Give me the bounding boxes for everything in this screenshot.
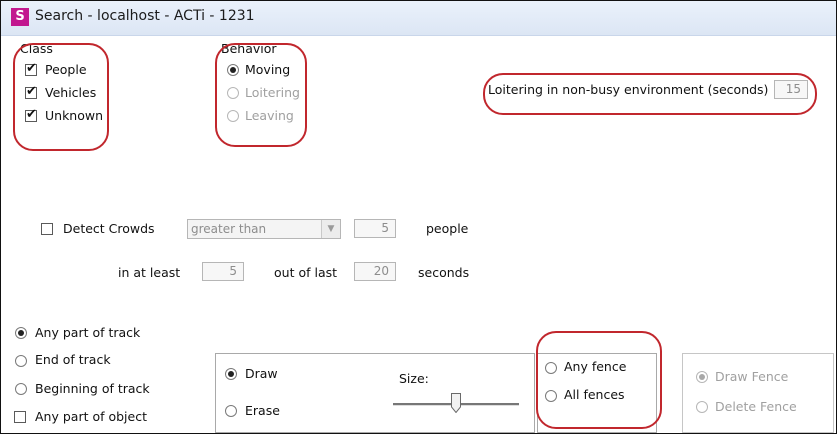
detect-crowds-label: Detect Crowds	[63, 221, 155, 236]
end-of-track-radio[interactable]	[15, 355, 27, 367]
delete-fence-radio[interactable]	[696, 401, 708, 413]
at-least-input[interactable]: 5	[202, 262, 244, 281]
people-checkbox[interactable]: ✔	[25, 61, 37, 76]
any-fence-label: Any fence	[564, 359, 627, 374]
crowd-comparison-value: greater than	[191, 222, 267, 236]
people-label: People	[45, 62, 87, 77]
unknown-label: Unknown	[45, 108, 104, 123]
any-part-of-track-label: Any part of track	[35, 325, 141, 340]
unknown-checkbox[interactable]: ✔	[25, 107, 37, 122]
fence-tools-panel	[682, 353, 834, 433]
draw-radio[interactable]	[225, 368, 237, 380]
crowd-comparison-select[interactable]: greater than ▼	[187, 219, 341, 239]
all-fences-radio[interactable]	[545, 390, 557, 402]
loitering-seconds-input[interactable]: 15	[774, 80, 808, 99]
draw-label: Draw	[245, 366, 278, 381]
any-part-of-object-checkbox[interactable]	[14, 411, 26, 423]
window-title: Search - localhost - ACTi - 1231	[35, 8, 255, 24]
beginning-of-track-radio[interactable]	[15, 383, 27, 395]
crowd-count-input[interactable]: 5	[354, 219, 396, 238]
erase-radio[interactable]	[225, 405, 237, 417]
beginning-of-track-label: Beginning of track	[35, 381, 150, 396]
search-window: S Search - localhost - ACTi - 1231 Class…	[0, 0, 837, 434]
end-of-track-label: End of track	[35, 352, 111, 367]
class-group-label: Class	[20, 41, 53, 56]
erase-label: Erase	[245, 403, 280, 418]
title-bar: S Search - localhost - ACTi - 1231	[1, 1, 836, 36]
size-slider-thumb[interactable]	[451, 393, 461, 413]
check-icon: ✔	[26, 61, 37, 76]
leaving-label: Leaving	[245, 108, 294, 123]
in-at-least-label: in at least	[118, 265, 181, 280]
out-of-last-label: out of last	[274, 265, 338, 280]
crowd-count-unit: people	[426, 221, 469, 236]
loitering-label: Loitering	[245, 85, 300, 100]
loitering-seconds-label: Loitering in non-busy environment (secon…	[488, 82, 769, 97]
draw-panel	[215, 353, 535, 433]
check-icon: ✔	[26, 107, 37, 122]
leaving-radio[interactable]	[227, 110, 239, 122]
moving-radio[interactable]	[227, 64, 239, 76]
app-logo-icon: S	[11, 8, 29, 26]
draw-fence-radio[interactable]	[696, 371, 708, 383]
vehicles-checkbox[interactable]: ✔	[25, 84, 37, 99]
all-fences-label: All fences	[564, 387, 625, 402]
delete-fence-label: Delete Fence	[715, 399, 797, 414]
any-part-of-object-label: Any part of object	[35, 409, 147, 424]
behavior-group-label: Behavior	[221, 41, 277, 56]
loitering-radio[interactable]	[227, 87, 239, 99]
draw-fence-label: Draw Fence	[715, 369, 789, 384]
chevron-down-icon[interactable]: ▼	[321, 220, 340, 238]
any-fence-radio[interactable]	[545, 362, 557, 374]
moving-label: Moving	[245, 62, 291, 77]
seconds-label: seconds	[418, 265, 470, 280]
detect-crowds-checkbox[interactable]	[41, 223, 53, 235]
any-part-of-track-radio[interactable]	[15, 327, 27, 339]
vehicles-label: Vehicles	[45, 85, 97, 100]
check-icon: ✔	[26, 84, 37, 99]
size-label: Size:	[399, 371, 429, 386]
out-of-last-input[interactable]: 20	[354, 262, 396, 281]
